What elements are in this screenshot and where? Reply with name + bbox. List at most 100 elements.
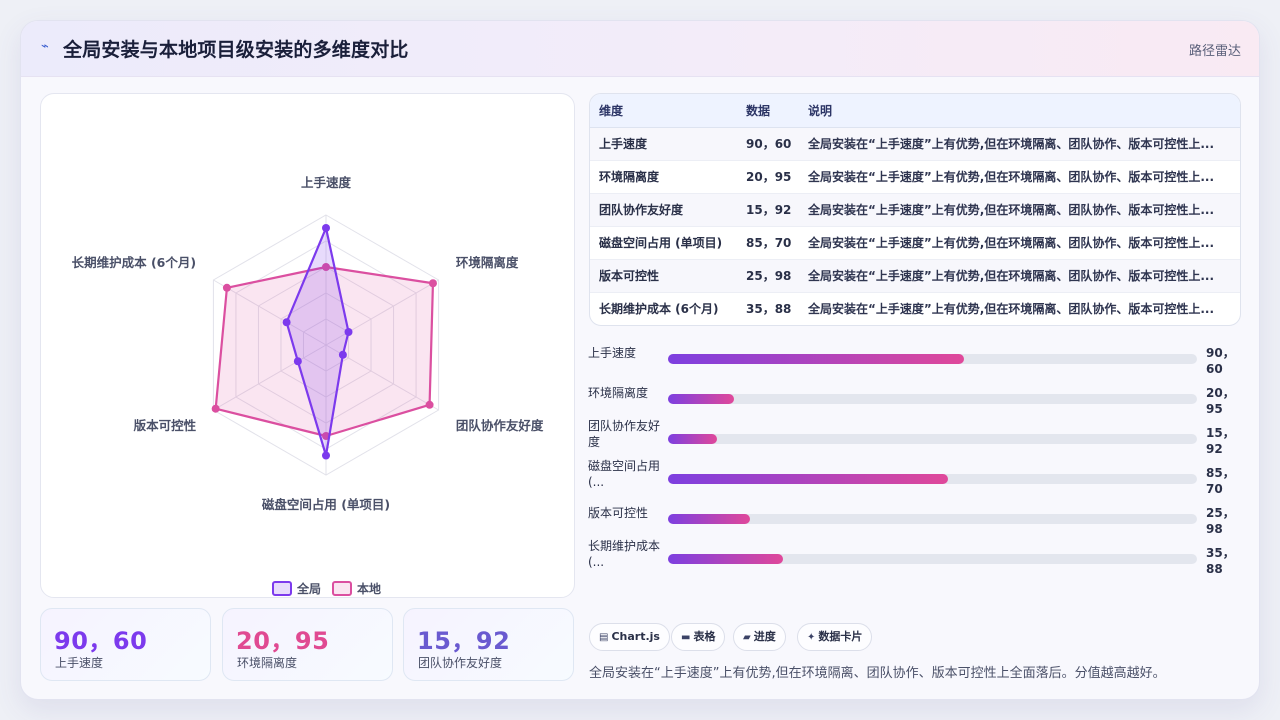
progress-track — [668, 354, 1197, 364]
radar-point — [222, 283, 231, 292]
radar-axis-label: 磁盘空间占用 (单项目) — [261, 497, 390, 512]
radar-point — [428, 279, 437, 288]
radar-point — [344, 328, 353, 336]
progress-track — [668, 474, 1197, 484]
radar-axis-label: 长期维护成本 (6个月) — [72, 255, 196, 270]
table-header-description: 说明 — [799, 94, 1240, 128]
radar-point — [322, 451, 330, 460]
table-row: 版本可控性 25，98 全局安装在“上手速度”上有优势,但在环境隔离、团队协作、… — [590, 259, 1240, 293]
table-cell-description: 全局安装在“上手速度”上有优势,但在环境隔离、团队协作、版本可控性上... — [808, 302, 1215, 317]
table-cell-description: 全局安装在“上手速度”上有优势,但在环境隔离、团队协作、版本可控性上... — [799, 193, 1240, 227]
progress-track — [668, 434, 1197, 444]
legend-swatch — [332, 581, 352, 596]
radar-axis-label: 上手速度 — [301, 175, 352, 190]
dashboard-card: ⌁ 全局安装与本地项目级安装的多维度对比 路径雷达 上手速度 环境隔离度 团队协作友… — [20, 20, 1260, 700]
kpi-card-isolation: 20，95 环境隔离度 — [222, 608, 393, 681]
kpi-value: 90，60 — [54, 627, 148, 655]
header-tag: 路径雷达 — [1188, 44, 1241, 59]
table-row: 上手速度 90，60 全局安装在“上手速度”上有优势,但在环境隔离、团队协作、版… — [590, 127, 1240, 161]
table-header-row: 维度 数据 说明 — [590, 94, 1240, 128]
kpi-card-team: 15，92 团队协作友好度 — [403, 608, 574, 681]
kpi-card-speed: 90，60 上手速度 — [40, 608, 211, 681]
radar-chart-panel: 上手速度环境隔离度团队协作友好度磁盘空间占用 (单项目) 版本可控性 长期维护成本 … — [40, 93, 575, 598]
header-bar: ⌁ 全局安装与本地项目级安装的多维度对比 路径雷达 — [21, 21, 1259, 77]
table-cell-description: 全局安装在“上手速度”上有优势,但在环境隔离、团队协作、版本可控性上... — [799, 160, 1240, 194]
progress-row: 版本可控性 25，98 — [588, 505, 1248, 545]
legend-label: 本地 — [357, 581, 381, 596]
progress-row: 长期维护成本 (... 35，88 — [588, 539, 1248, 585]
progress-value: 20，95 — [1206, 386, 1235, 416]
progress-bars: 上手速度 90，60 环境隔离度 20，95 团队协作友好度 15，92 磁盘空… — [588, 339, 1248, 579]
chip-data-card[interactable]: ✦ 数据卡片 — [797, 623, 873, 651]
table-header-data: 数据 — [737, 94, 799, 128]
progress-label: 上手速度 — [588, 346, 637, 360]
chart-icon: ▤ — [599, 632, 609, 643]
table-cell-data: 35，88 — [746, 302, 792, 317]
page-title: 全局安装与本地项目级安装的多维度对比 — [63, 39, 409, 61]
table-cell-dimension: 上手速度 — [590, 127, 737, 161]
kpi-value: 20，95 — [236, 627, 330, 655]
table-row: 环境隔离度 20，95 全局安装在“上手速度”上有优势,但在环境隔离、团队协作、… — [590, 160, 1240, 194]
progress-value: 90，60 — [1206, 346, 1235, 376]
radar-axis-label: 团队协作友好度 — [456, 418, 544, 433]
progress-track — [668, 554, 1197, 564]
table-cell-data: 20，95 — [737, 160, 799, 194]
progress-label: 长期维护成本 (... — [588, 539, 661, 569]
table-cell-description: 全局安装在“上手速度”上有优势,但在环境隔离、团队协作、版本可控性上... — [799, 259, 1240, 293]
progress-row: 磁盘空间占用 (... 85，70 — [588, 459, 1248, 505]
radar-point — [322, 224, 330, 232]
progress-label: 团队协作友好度 — [588, 419, 661, 449]
comparison-table: 维度 数据 说明 上手速度 90，60 全局安装在“上手速度”上有优势,但在环境… — [589, 93, 1241, 326]
progress-fill — [668, 554, 784, 564]
radar-point — [282, 318, 291, 327]
chip-label: Chart.js — [611, 630, 660, 643]
chip-progress[interactable]: ▰ 进度 — [733, 623, 786, 651]
summary-text: 全局安装在“上手速度”上有优势,但在环境隔离、团队协作、版本可控性上全面落后。分… — [589, 666, 1166, 681]
chip-chartjs[interactable]: ▤ Chart.js — [589, 623, 670, 651]
card-icon: ✦ — [807, 632, 816, 643]
radar-axis-label: 版本可控性 — [134, 418, 197, 433]
radar-point — [425, 400, 434, 409]
table-cell-description: 全局安装在“上手速度”上有优势,但在环境隔离、团队协作、版本可控性上... — [799, 226, 1240, 260]
progress-value: 85，70 — [1206, 466, 1235, 496]
progress-fill — [668, 394, 735, 404]
progress-fill — [668, 354, 965, 364]
legend-swatch — [272, 581, 292, 596]
progress-row: 环境隔离度 20，95 — [588, 385, 1248, 425]
progress-value: 35，88 — [1206, 546, 1235, 576]
table-header-dimension: 维度 — [590, 94, 737, 128]
radar-point — [211, 404, 220, 413]
progress-track — [668, 514, 1197, 524]
table-row: 团队协作友好度 15，92 全局安装在“上手速度”上有优势,但在环境隔离、团队协… — [590, 193, 1240, 227]
progress-value: 15，92 — [1206, 426, 1235, 456]
radar-axis-label: 环境隔离度 — [456, 255, 519, 270]
progress-fill — [668, 474, 949, 484]
kpi-label: 团队协作友好度 — [418, 656, 503, 670]
table-cell-dimension: 环境隔离度 — [590, 160, 737, 194]
progress-row: 团队协作友好度 15，92 — [588, 419, 1248, 465]
table-cell-dimension: 长期维护成本 (6个月) — [599, 302, 719, 317]
table-cell-data: 15，92 — [737, 193, 799, 227]
progress-fill — [668, 434, 718, 444]
table-cell-dimension: 版本可控性 — [590, 259, 737, 293]
kpi-label: 环境隔离度 — [237, 656, 298, 670]
progress-track — [668, 394, 1197, 404]
radar-point — [338, 350, 347, 359]
progress-label: 版本可控性 — [588, 506, 649, 520]
table-cell-data: 85，70 — [737, 226, 799, 260]
chip-table[interactable]: ▬ 表格 — [671, 623, 726, 651]
table-row: 长期维护成本 (6个月) 35，88 全局安装在“上手速度”上有优势,但在环境隔… — [590, 292, 1240, 325]
chip-label: 数据卡片 — [818, 630, 863, 643]
progress-value: 25，98 — [1206, 506, 1235, 536]
chip-label: 表格 — [693, 630, 716, 643]
legend-label: 全局 — [296, 581, 321, 596]
chip-label: 进度 — [753, 630, 776, 643]
progress-label: 磁盘空间占用 (... — [588, 459, 661, 489]
trend-icon: ⌁ — [41, 39, 49, 54]
progress-icon: ▰ — [743, 632, 751, 643]
progress-label: 环境隔离度 — [588, 386, 649, 400]
table-cell-dimension: 团队协作友好度 — [590, 193, 737, 227]
progress-fill — [668, 514, 750, 524]
table-cell-description: 全局安装在“上手速度”上有优势,但在环境隔离、团队协作、版本可控性上... — [799, 127, 1240, 161]
table-cell-dimension: 磁盘空间占用 (单项目) — [590, 226, 737, 260]
